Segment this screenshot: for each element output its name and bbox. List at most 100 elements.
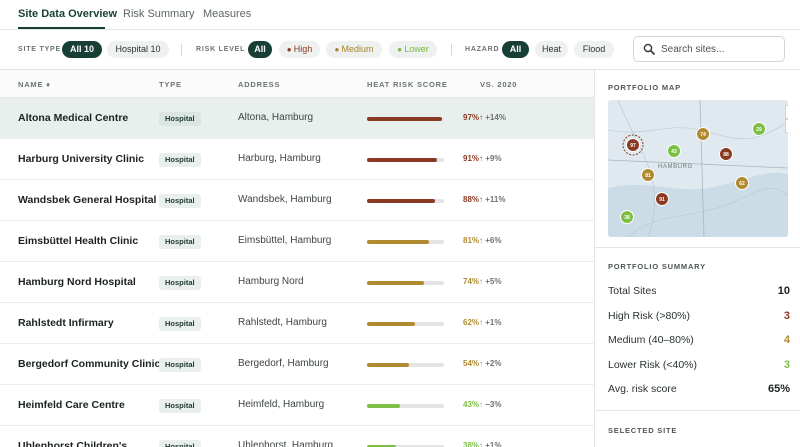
summary-row: Medium (40–80%) 4 bbox=[608, 334, 790, 354]
score-delta: −3% bbox=[485, 400, 502, 409]
hazard-all-chip[interactable]: All bbox=[502, 41, 529, 58]
summary-row: Total Sites 10 bbox=[608, 285, 790, 305]
risk-level-medium-chip[interactable]: ● Medium bbox=[326, 41, 382, 58]
site-type-badge: Hospital bbox=[159, 235, 201, 249]
column-header-vs-2020[interactable]: VS. 2020 bbox=[480, 80, 517, 89]
zoom-in-button[interactable]: + bbox=[785, 105, 788, 119]
search-input[interactable] bbox=[661, 41, 779, 57]
score-delta: +5% bbox=[485, 277, 502, 286]
heat-risk-bar bbox=[367, 281, 444, 285]
site-address: Uhlenhorst, Hamburg bbox=[238, 440, 334, 447]
portfolio-map[interactable]: HAMBURG 97 74 43 88 29 81 91 62 38 + − bbox=[608, 100, 788, 237]
tab-measures[interactable]: Measures bbox=[203, 8, 251, 20]
risk-level-lower-chip[interactable]: ● Lower bbox=[389, 41, 437, 58]
filter-divider bbox=[451, 44, 452, 56]
map-canvas: HAMBURG 97 74 43 88 29 81 91 62 38 bbox=[608, 100, 788, 237]
table-row[interactable]: Harburg University Clinic Hospital Harburg… bbox=[0, 139, 594, 180]
table-row[interactable]: Bergedorf Community Clinic Hospital Berged… bbox=[0, 344, 594, 385]
risk-level-all-chip[interactable]: All bbox=[248, 41, 272, 58]
filter-divider bbox=[181, 44, 182, 56]
heat-risk-bar-fill bbox=[367, 240, 430, 244]
hazard-heat-chip[interactable]: Heat bbox=[535, 41, 568, 58]
summary-label: High Risk (>80%) bbox=[608, 309, 690, 322]
table-row[interactable]: Uhlenhorst Children's Hospital Uhlenhorst,… bbox=[0, 426, 594, 447]
heat-risk-bar-fill bbox=[367, 199, 435, 203]
heat-risk-score: 43%↑ −3% bbox=[463, 400, 501, 409]
column-header-type[interactable]: TYPE bbox=[159, 80, 182, 89]
risk-level-high-chip[interactable]: ● High bbox=[279, 41, 320, 58]
heat-risk-bar bbox=[367, 363, 444, 367]
heat-risk-bar bbox=[367, 199, 444, 203]
heat-risk-score: 54%↑ +2% bbox=[463, 359, 501, 368]
filter-bar: SITE TYPE All 10 Hospital 10 RISK LEVEL … bbox=[0, 30, 800, 70]
risk-level-lower-label: Lower bbox=[404, 44, 429, 54]
portfolio-summary-title: PORTFOLIO SUMMARY bbox=[608, 262, 706, 271]
site-name: Eimsbüttel Health Clinic bbox=[18, 235, 139, 247]
hazard-label: HAZARD bbox=[465, 46, 500, 53]
summary-label: Total Sites bbox=[608, 285, 657, 297]
hazard-flood-chip[interactable]: Flood bbox=[574, 41, 614, 58]
heat-risk-bar bbox=[367, 240, 444, 244]
site-type-label: SITE TYPE bbox=[18, 46, 61, 53]
high-dot-icon: ● bbox=[286, 45, 294, 54]
score-delta: +2% bbox=[485, 359, 502, 368]
site-type-badge: Hospital bbox=[159, 440, 201, 447]
table-row[interactable]: Wandsbek General Hospital Hospital Wandsbe… bbox=[0, 180, 594, 221]
active-tab-indicator bbox=[18, 27, 105, 29]
site-name: Heimfeld Care Centre bbox=[18, 399, 125, 411]
site-address: Rahlstedt, Hamburg bbox=[238, 317, 327, 328]
tab-risk-summary[interactable]: Risk Summary bbox=[123, 8, 195, 20]
site-address: Bergedorf, Hamburg bbox=[238, 358, 329, 369]
site-address: Eimsbüttel, Hamburg bbox=[238, 235, 332, 246]
table-row[interactable]: Rahlstedt Infirmary Hospital Rahlstedt, Ha… bbox=[0, 303, 594, 344]
search-icon bbox=[643, 43, 655, 55]
map-pin-label: 62 bbox=[739, 181, 745, 187]
score-value: 38%↑ bbox=[463, 441, 484, 447]
score-delta: +14% bbox=[485, 113, 506, 122]
map-pin-label: 38 bbox=[624, 215, 630, 221]
search-box bbox=[633, 36, 785, 62]
summary-value: 10 bbox=[777, 285, 790, 297]
heat-risk-bar bbox=[367, 117, 444, 121]
risk-level-medium-label: Medium bbox=[341, 44, 374, 54]
site-address: Harburg, Hamburg bbox=[238, 153, 321, 164]
heat-risk-bar-fill bbox=[367, 363, 409, 367]
score-value: 74%↑ bbox=[463, 277, 484, 286]
site-type-badge: Hospital bbox=[159, 399, 201, 413]
column-header-heat-risk-score[interactable]: HEAT RISK SCORE bbox=[367, 80, 448, 89]
summary-value: 65% bbox=[767, 383, 790, 395]
table-row[interactable]: Hamburg Nord Hospital Hospital Hamburg Nor… bbox=[0, 262, 594, 303]
map-pin-label: 43 bbox=[671, 149, 677, 155]
summary-value: 3 bbox=[783, 309, 790, 322]
selected-site-title: SELECTED SITE bbox=[608, 426, 678, 435]
summary-row: Lower Risk (<40%) 3 bbox=[608, 359, 790, 379]
column-header-address[interactable]: ADDRESS bbox=[238, 80, 280, 89]
site-name: Harburg University Clinic bbox=[18, 153, 145, 165]
map-city-label: HAMBURG bbox=[658, 164, 693, 170]
site-type-badge: Hospital bbox=[159, 317, 201, 331]
site-address: Altona, Hamburg bbox=[238, 112, 314, 123]
score-value: 97%↑ bbox=[463, 113, 484, 122]
tab-site-data-overview[interactable]: Site Data Overview bbox=[18, 8, 117, 20]
table-row[interactable]: Altona Medical Centre Hospital Altona, Ham… bbox=[0, 98, 594, 139]
medium-dot-icon: ● bbox=[334, 45, 342, 54]
heat-risk-bar-fill bbox=[367, 281, 424, 285]
site-name: Rahlstedt Infirmary bbox=[18, 317, 114, 329]
site-type-badge: Hospital bbox=[159, 153, 201, 167]
tab-bar: Site Data Overview Risk Summary Measures bbox=[0, 0, 800, 30]
heat-risk-score: 81%↑ +6% bbox=[463, 236, 501, 245]
score-value: 81%↑ bbox=[463, 236, 484, 245]
heat-risk-bar-fill bbox=[367, 322, 415, 326]
risk-level-high-label: High bbox=[293, 44, 313, 54]
site-type-all-chip[interactable]: All 10 bbox=[62, 41, 102, 58]
table-row[interactable]: Heimfeld Care Centre Hospital Heimfeld, Ha… bbox=[0, 385, 594, 426]
score-value: 54%↑ bbox=[463, 359, 484, 368]
score-delta: +1% bbox=[485, 441, 502, 447]
site-address: Heimfeld, Hamburg bbox=[238, 399, 325, 410]
column-header-name[interactable]: NAME ♦ bbox=[18, 80, 51, 89]
table-row[interactable]: Eimsbüttel Health Clinic Hospital Eimsbütt… bbox=[0, 221, 594, 262]
zoom-out-button[interactable]: − bbox=[785, 119, 788, 133]
heat-risk-score: 91%↑ +9% bbox=[463, 154, 501, 163]
site-type-hospital-chip[interactable]: Hospital 10 bbox=[107, 41, 169, 58]
score-delta: +11% bbox=[485, 195, 506, 204]
